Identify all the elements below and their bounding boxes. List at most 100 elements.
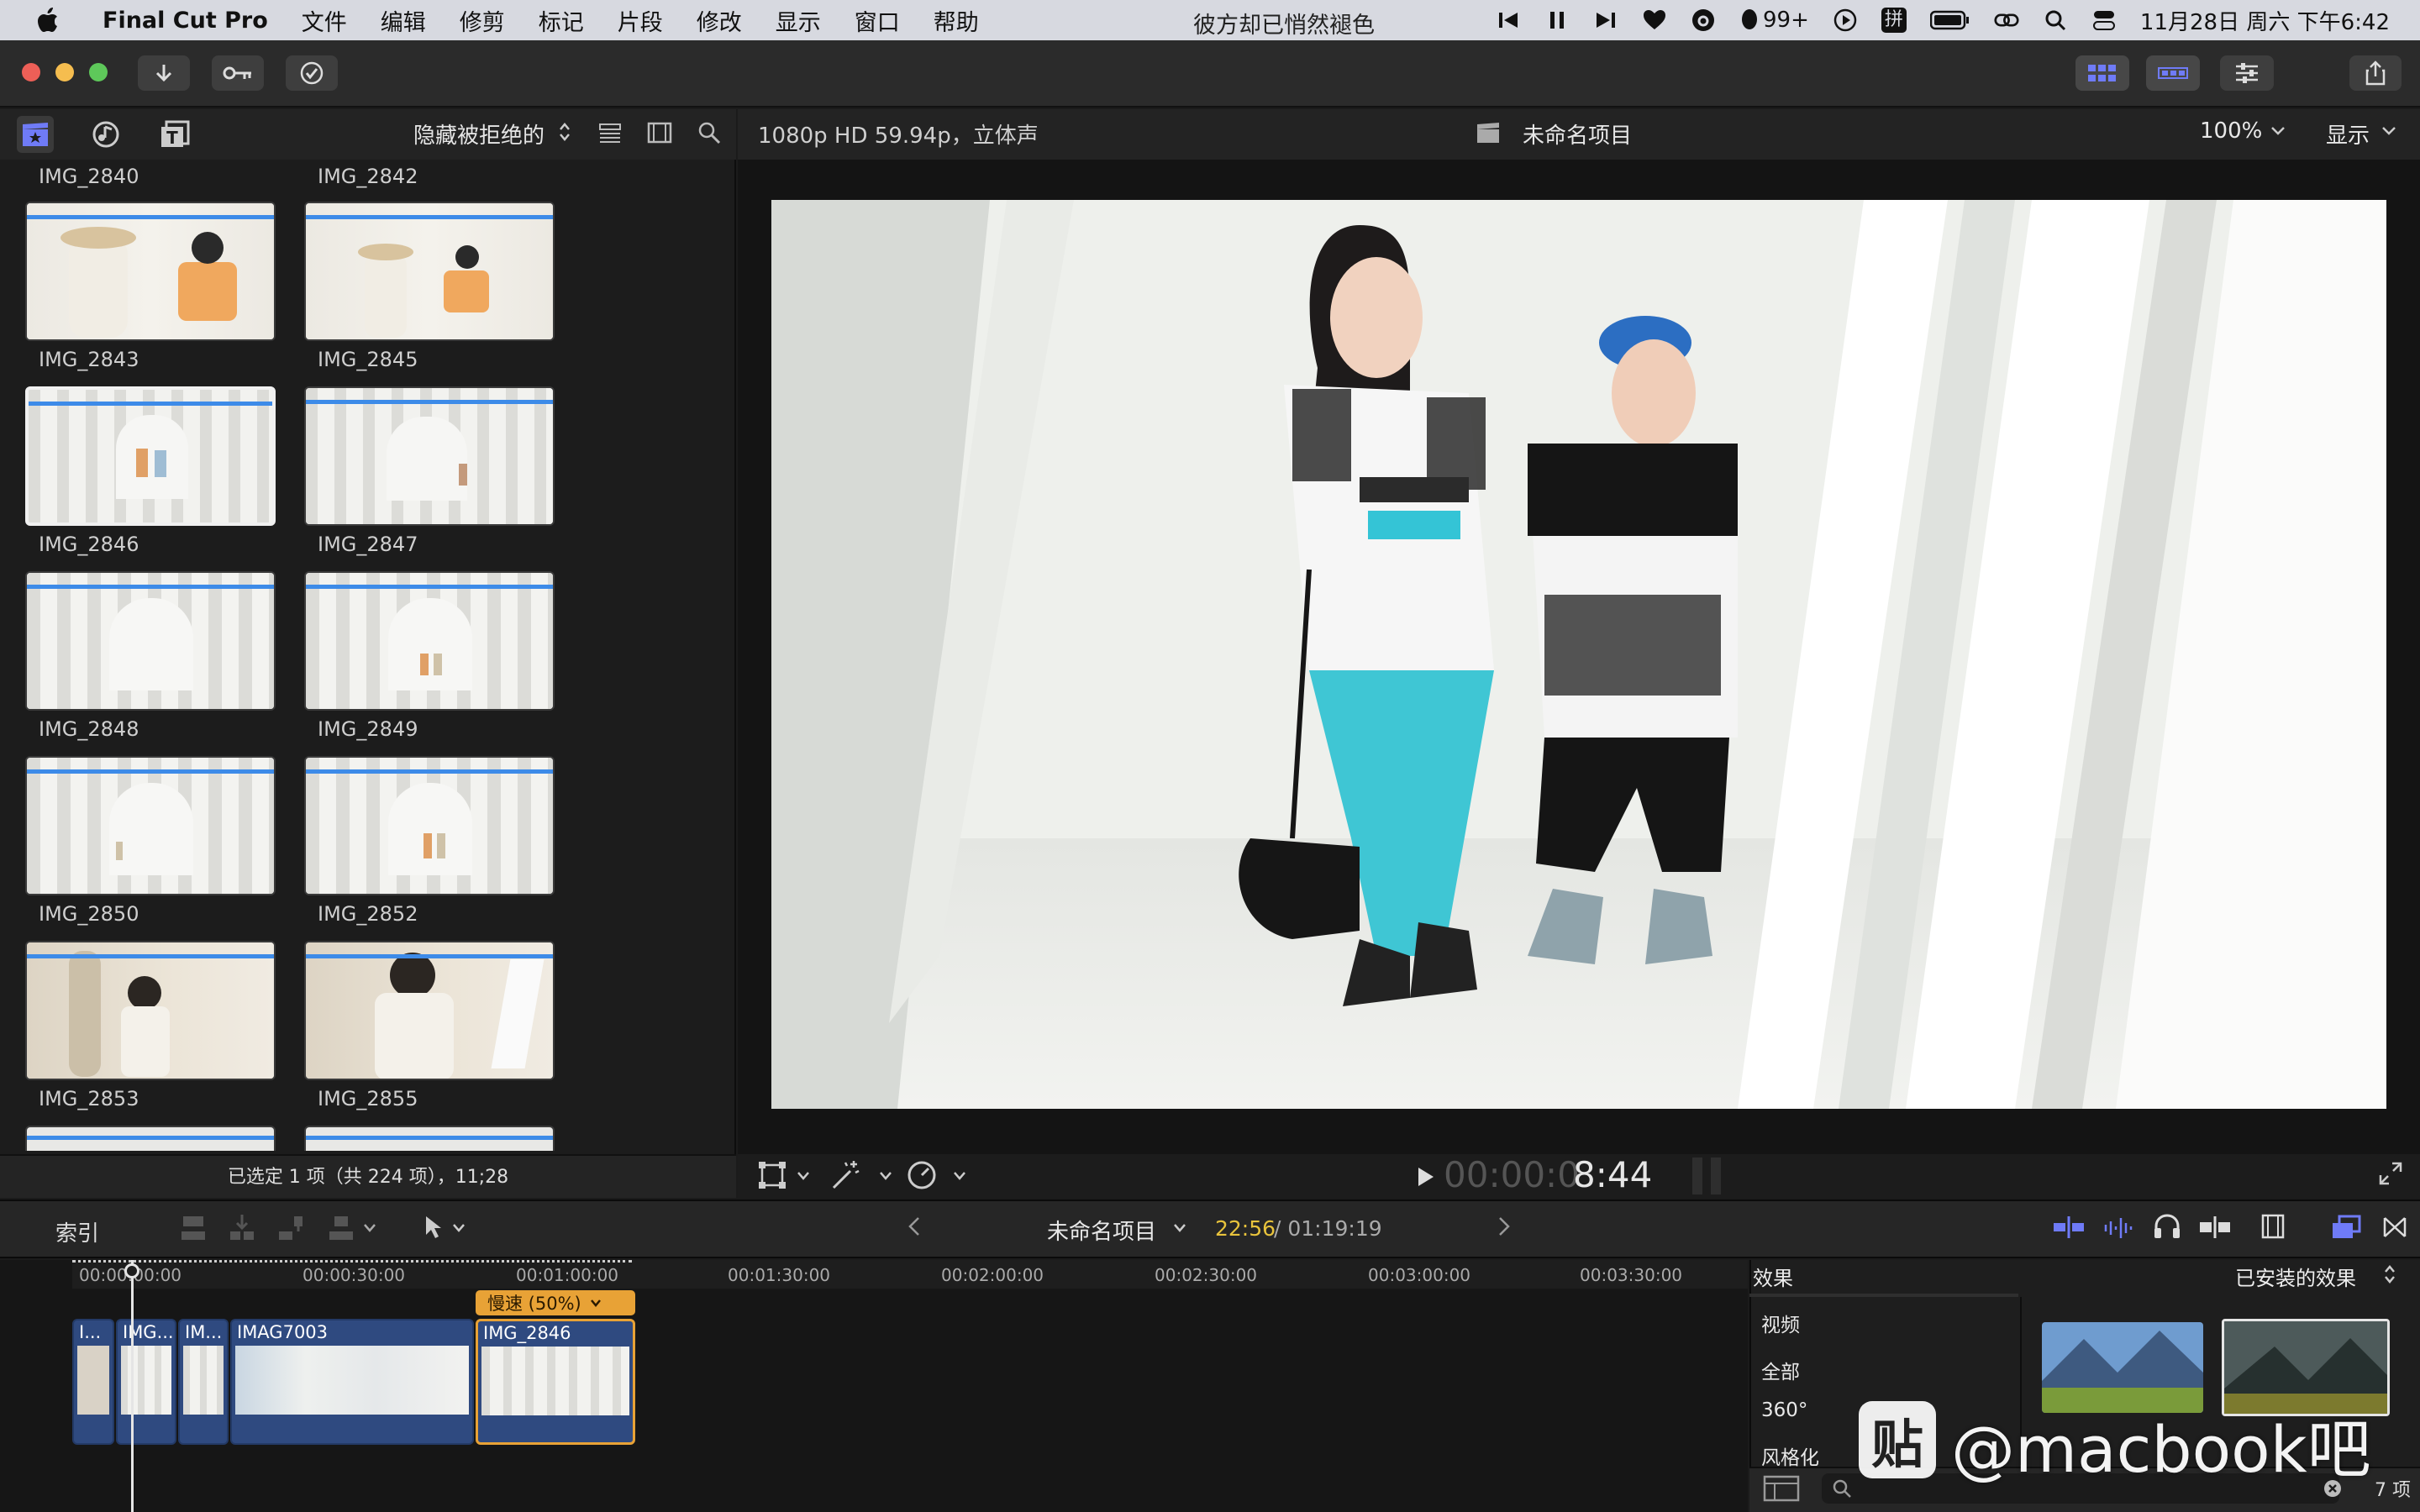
speedometer-icon[interactable] [906,1159,938,1191]
background-tasks-button[interactable] [286,55,338,91]
retime-speed-badge[interactable]: 慢速 (50%) [476,1290,635,1315]
menu-app-name[interactable]: Final Cut Pro [103,8,268,34]
connect-clip-icon[interactable] [180,1213,207,1242]
snapping-icon[interactable] [2198,1215,2232,1240]
menu-mark[interactable]: 标记 [539,4,584,37]
menu-view[interactable]: 显示 [776,4,821,37]
chevron-down-icon[interactable] [797,1171,810,1181]
next-track-icon[interactable] [1593,8,1618,33]
timeline-clip[interactable]: IMG... [116,1319,176,1445]
clip-thumbnail[interactable] [304,756,555,895]
show-browser-button[interactable] [2075,55,2129,91]
menu-window[interactable]: 窗口 [855,4,900,37]
input-method-indicator[interactable]: 拼 [1881,8,1907,33]
clip-thumbnail[interactable] [304,202,555,341]
append-clip-icon[interactable] [277,1213,304,1242]
insert-clip-icon[interactable] [229,1213,255,1242]
netease-music-icon[interactable] [1691,8,1716,33]
transitions-browser-icon[interactable] [2383,1216,2407,1238]
pause-icon[interactable] [1544,8,1570,33]
chevron-down-icon[interactable] [879,1171,892,1181]
titles-generators-tab[interactable]: T [156,116,193,153]
minimize-window-button[interactable] [55,63,74,81]
clip-thumbnail-partial[interactable] [304,1126,555,1151]
control-center-icon[interactable] [2091,8,2117,33]
list-view-icon[interactable] [598,123,622,143]
chevron-down-icon[interactable] [2381,126,2396,136]
clip-thumbnail[interactable] [304,571,555,711]
chevron-down-icon[interactable] [1173,1223,1186,1233]
effects-category[interactable]: 风格化 [1761,1441,1819,1470]
menu-help[interactable]: 帮助 [934,4,979,37]
menu-trim[interactable]: 修剪 [460,4,505,37]
battery-icon[interactable] [1929,8,1970,33]
effects-category[interactable]: 全部 [1761,1356,1800,1384]
timeline-clip[interactable]: IM... [178,1319,229,1445]
rejected-filter-dropdown[interactable]: 隐藏被拒绝的 [413,118,544,150]
zoom-window-button[interactable] [89,63,108,81]
heart-icon[interactable] [1642,8,1667,33]
forward-arrow-icon[interactable] [1497,1216,1511,1236]
show-timeline-button[interactable] [2146,55,2200,91]
audio-skimming-icon[interactable] [2102,1215,2136,1240]
installed-effects-dropdown[interactable]: 已安装的效果 [2235,1262,2356,1291]
menu-file[interactable]: 文件 [302,4,347,37]
menubar-clock[interactable]: 11月28日 周六 下午6:42 [2140,5,2390,36]
timecode-display-dim[interactable]: 00:00:0 [1444,1154,1580,1195]
keywords-button[interactable] [212,55,264,91]
clip-thumbnail[interactable] [25,202,276,341]
play-button-icon[interactable] [1417,1166,1435,1188]
clip-appearance-icon[interactable] [2260,1213,2286,1240]
viewer-video-frame[interactable] [771,200,2386,1109]
select-tool-icon[interactable] [424,1215,444,1240]
chevron-down-icon[interactable] [452,1223,466,1233]
show-inspector-button[interactable] [2220,55,2274,91]
overwrite-clip-icon[interactable] [328,1213,355,1242]
qq-status[interactable]: 99+ [1739,8,1809,33]
chevron-down-icon[interactable] [953,1171,966,1181]
clip-thumbnail[interactable] [25,941,276,1080]
playhead-handle[interactable] [124,1263,139,1278]
effects-browser-icon[interactable] [2331,1215,2361,1240]
timecode-display[interactable]: 8:44 [1573,1154,1652,1195]
timeline-clip[interactable]: I... [72,1319,114,1445]
timeline-clip[interactable]: IMAG7003 [230,1319,474,1445]
clip-thumbnail-partial[interactable] [25,1126,276,1151]
clip-thumbnail[interactable] [25,571,276,711]
timeline-index-button[interactable]: 索引 [55,1216,99,1247]
chevron-down-icon[interactable] [2270,126,2286,136]
menu-modify[interactable]: 修改 [697,4,742,37]
transform-crop-icon[interactable] [758,1161,786,1189]
previous-track-icon[interactable] [1496,8,1521,33]
photos-audio-tab[interactable] [87,116,124,153]
clip-thumbnail[interactable] [304,386,555,526]
effects-category[interactable]: 视频 [1761,1309,1800,1337]
play-circle-icon[interactable] [1833,8,1858,33]
video-skimming-icon[interactable] [2052,1215,2086,1240]
menu-edit[interactable]: 编辑 [381,4,426,37]
libraries-tab[interactable] [17,116,54,153]
menu-clip[interactable]: 片段 [618,4,663,37]
close-window-button[interactable] [22,63,40,81]
share-button[interactable] [2349,55,2402,91]
view-options-dropdown[interactable]: 显示 [2326,118,2370,150]
search-icon[interactable] [2043,8,2068,33]
import-button[interactable] [138,55,190,91]
chevron-updown-icon[interactable] [2383,1263,2396,1285]
effects-category[interactable]: 360° [1761,1399,1807,1421]
headphones-icon[interactable] [2153,1213,2181,1240]
chevron-down-icon[interactable] [363,1223,376,1233]
fullscreen-icon[interactable] [2378,1161,2403,1186]
magic-wand-icon[interactable] [830,1159,862,1191]
timeline-project-name[interactable]: 未命名项目 [1047,1215,1156,1246]
sidebar-toggle-icon[interactable] [1763,1475,1800,1502]
link-icon[interactable] [1994,8,2019,33]
chevron-updown-icon[interactable] [558,121,571,143]
filmstrip-view-icon[interactable] [647,121,672,144]
timeline-clip-selected[interactable]: IMG_2846 [476,1319,635,1445]
apple-icon[interactable] [37,8,59,33]
clip-thumbnail[interactable] [25,756,276,895]
playhead[interactable] [131,1260,134,1512]
zoom-dropdown[interactable]: 100% [2200,118,2262,144]
browser-search-icon[interactable] [697,121,721,144]
